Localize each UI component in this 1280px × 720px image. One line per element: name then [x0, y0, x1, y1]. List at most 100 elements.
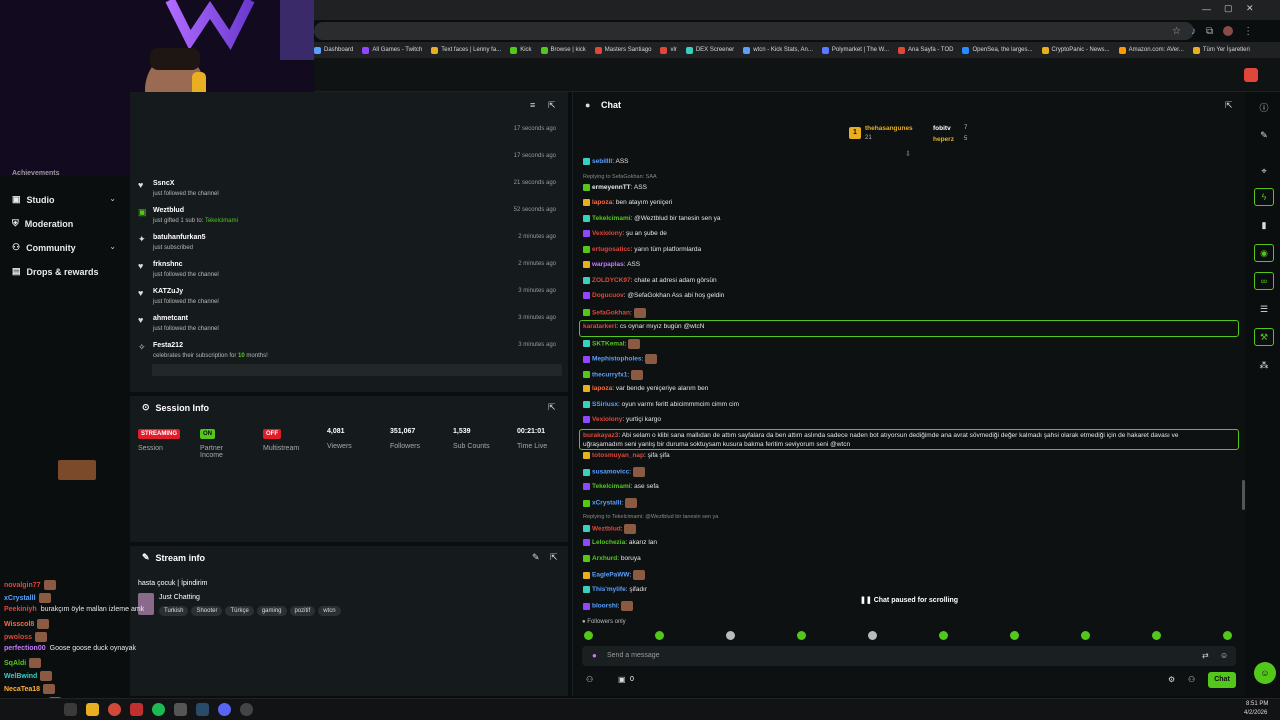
chat-username[interactable]: burakayaz3 [583, 432, 618, 439]
feed-username[interactable]: Festa212 [153, 342, 183, 349]
quick-emote-icon[interactable] [797, 631, 806, 640]
sidebar-item-studio[interactable]: ▣ Studio [12, 194, 55, 205]
bookmark-item[interactable]: CryptoPanic - News... [1041, 46, 1110, 54]
chat-username[interactable]: sebillll [592, 158, 612, 165]
bookmark-item[interactable]: Kick [510, 46, 532, 54]
close-icon[interactable]: ✕ [1246, 3, 1254, 14]
app-icon[interactable] [130, 703, 143, 716]
bookmark-item[interactable]: Masters Santiago [594, 46, 651, 54]
send-chat-button[interactable]: Chat [1208, 672, 1236, 688]
chat-username[interactable]: ZOLDYCK97 [592, 277, 631, 284]
chat-username[interactable]: SSiriusx [592, 401, 618, 408]
chat-username[interactable]: totosmuyan_nap [592, 452, 644, 459]
bookmark-item[interactable]: Polymarket | The W... [821, 46, 889, 54]
kick-logo-icon[interactable] [1244, 68, 1258, 82]
quick-emote-icon[interactable] [1223, 631, 1232, 640]
spotify-icon[interactable] [152, 703, 165, 716]
list-icon[interactable]: ☰ [1254, 300, 1274, 318]
reply-context[interactable]: Replying to Tekelcimami: @Weztblud bir t… [583, 514, 718, 520]
gifter-name[interactable]: fobitv [933, 125, 951, 132]
link-icon[interactable]: ∞ [1254, 272, 1274, 290]
chevron-down-icon[interactable]: ⌄ [109, 194, 116, 203]
sidebar-item-community[interactable]: ⚇ Community [12, 242, 76, 253]
bookmark-item[interactable]: Ana Sayfa - TOD [898, 46, 953, 54]
chat-username[interactable]: Arxhurd [592, 555, 617, 562]
chevron-down-icon[interactable]: ⌄ [109, 242, 116, 251]
menu-icon[interactable]: ⋮ [1243, 26, 1253, 37]
popout-icon[interactable]: ⇱ [548, 402, 556, 413]
chat-message[interactable]: burakayaz3: Abi selam o klibi sana mallı… [583, 432, 1178, 439]
feed-username[interactable]: Weztblud [153, 207, 184, 214]
quick-emote-icon[interactable] [726, 631, 735, 640]
chat-message[interactable]: lapoza: var bende yeniçeriye alarım ben [583, 385, 708, 392]
bookmark-item[interactable]: Tüm Yer İşaretleri [1192, 46, 1250, 54]
bookmark-item[interactable]: Text faces | Lenny fa... [431, 46, 501, 54]
chat-username[interactable]: lapoza [592, 199, 612, 206]
chat-username[interactable]: warpaplas [592, 261, 624, 268]
tag[interactable]: pozitif [289, 606, 316, 616]
chat-message[interactable]: thecurryfx1: [583, 369, 644, 380]
discord-icon[interactable] [218, 703, 231, 716]
emoji-icon[interactable]: ☺ [1220, 651, 1228, 660]
quick-emote-icon[interactable] [939, 631, 948, 640]
chat-message[interactable]: Vexiolony: yurtiçi kargo [583, 416, 661, 423]
filter-icon[interactable]: ≡ [530, 100, 535, 110]
chat-username[interactable]: SefaGokhan [592, 309, 630, 316]
chat-username[interactable]: ermeyennTT [592, 184, 631, 191]
chat-username[interactable]: Tekelcimami [592, 215, 631, 222]
obs-icon[interactable] [240, 703, 253, 716]
chat-message[interactable]: This'mylife: şifadır [583, 585, 647, 593]
chat-message[interactable]: EaglePaWW: [583, 570, 646, 580]
chat-username[interactable]: Vexiolony [592, 230, 622, 237]
star-icon[interactable]: ☆ [1172, 26, 1181, 37]
chat-message[interactable]: totosmuyan_nap: şifa şifa [583, 451, 670, 459]
chat-message[interactable]: ermeyennTT: ASS [583, 183, 647, 191]
chat-message[interactable]: ZOLDYCK97: chate at adresi adam görsün [583, 276, 717, 284]
chat-username[interactable]: xCrystalli [592, 500, 621, 507]
chat-message[interactable]: Tekelcimami: @Weztblud bir tanesin sen y… [583, 214, 721, 222]
bookmark-item[interactable]: OpenSea, the larges... [962, 46, 1033, 54]
popout-icon[interactable]: ⇱ [1225, 100, 1233, 111]
chat-message[interactable]: SSiriusx: oyun varmı feritt abicimmmcim … [583, 400, 739, 408]
help-icon[interactable]: ☺ [1254, 662, 1276, 684]
bookmark-icon[interactable]: ▮ [1254, 216, 1274, 234]
bookmark-item[interactable]: wtcn - Kick Stats, An... [743, 46, 813, 54]
chat-username[interactable]: thecurryfx1 [592, 371, 627, 378]
gear-icon[interactable]: ⚙ [1168, 675, 1175, 684]
chrome-icon[interactable] [108, 703, 121, 716]
translate-icon[interactable]: ⇄ [1202, 651, 1209, 660]
chat-message[interactable]: bloorshi: [583, 601, 634, 611]
maximize-icon[interactable]: ▢ [1224, 3, 1233, 14]
chat-username[interactable]: karatarkeri [583, 323, 616, 330]
popout-icon[interactable]: ⇱ [550, 552, 558, 563]
chat-message[interactable]: Vexiolony: şu an şube de [583, 230, 667, 237]
reply-context[interactable]: Replying to SefaGokhan: SAA [583, 174, 657, 180]
minimize-icon[interactable]: — [1202, 4, 1211, 14]
feed-username[interactable]: KATZuJy [153, 288, 183, 295]
tag[interactable]: wtcn [318, 606, 341, 616]
sidebar-item-drops[interactable]: ▤ Drops & rewards [12, 266, 99, 277]
chat-message[interactable]: Dogucuov: @SefaGokhan Ass abi hoş geldin [583, 292, 724, 299]
pen-icon[interactable]: ✎ [1254, 126, 1274, 144]
folder-icon[interactable] [86, 703, 99, 716]
quick-emote-icon[interactable] [1081, 631, 1090, 640]
bookmark-item[interactable]: Browse | kick [540, 46, 586, 54]
chat-message[interactable]: Weztblud: [583, 523, 637, 534]
chat-username[interactable]: Vexiolony [592, 416, 622, 423]
search-icon[interactable] [64, 703, 77, 716]
wrench-icon[interactable]: ⚒ [1254, 328, 1274, 346]
chat-message[interactable]: Arxhurd: boruya [583, 554, 641, 562]
chat-username[interactable]: ertugosaticc [592, 246, 631, 253]
scrollbar[interactable] [1242, 480, 1245, 510]
chat-username[interactable]: Lelochezia [592, 539, 625, 546]
quick-emote-icon[interactable] [1152, 631, 1161, 640]
feed-username[interactable]: batuhanfurkan5 [153, 234, 206, 241]
nodes-icon[interactable]: ⁂ [1254, 356, 1274, 374]
chat-username[interactable]: susamovicc [592, 469, 629, 476]
tag[interactable]: Shooter [191, 606, 223, 616]
quick-emote-icon[interactable] [655, 631, 664, 640]
steam-icon[interactable] [196, 703, 209, 716]
chat-username[interactable]: EaglePaWW [592, 572, 630, 579]
bookmark-item[interactable]: Amazon.com: AVer... [1118, 46, 1184, 54]
chat-message[interactable]: Mephistopholes: [583, 354, 658, 364]
